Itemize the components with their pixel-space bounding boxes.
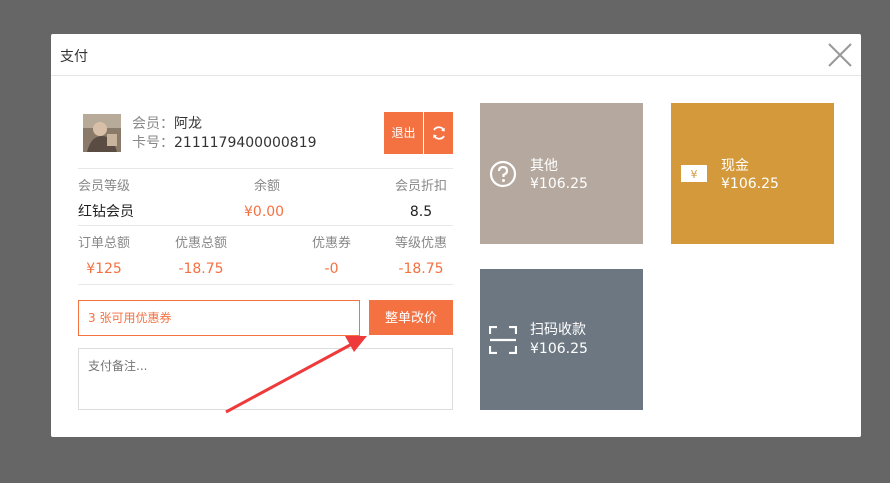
logout-button[interactable]: 退出	[384, 112, 423, 154]
pay-cash-button[interactable]: ¥ 现金 ¥106.25	[671, 103, 834, 244]
scan-icon	[489, 326, 517, 354]
payment-name: 其他	[530, 158, 558, 174]
stat-value: ¥0.00	[244, 204, 285, 220]
stat-value: -18.75	[178, 261, 224, 277]
modal-header: 支付	[51, 34, 861, 76]
stat-value: -18.75	[398, 261, 444, 277]
stat-value: -0	[324, 261, 339, 277]
payment-amount: ¥106.25	[530, 176, 588, 192]
cash-icon: ¥	[681, 165, 707, 182]
stat-discount-total: 优惠总额 -18.75	[175, 236, 227, 277]
payment-amount: ¥106.25	[530, 341, 588, 357]
stat-discount: 会员折扣 8.5	[395, 179, 447, 220]
payment-name: 扫码收款	[530, 322, 586, 338]
stat-level-discount: 等级优惠 -18.75	[395, 236, 447, 277]
refresh-icon	[432, 126, 445, 140]
stat-order-total: 订单总额 ¥125	[78, 236, 130, 277]
coupon-select[interactable]: 3 张可用优惠券	[78, 300, 360, 336]
order-stats-row: 订单总额 ¥125 优惠总额 -18.75 优惠券 -0 等级优惠 -18.75	[78, 226, 453, 284]
close-icon	[828, 43, 852, 67]
stat-value: 8.5	[409, 204, 433, 220]
refresh-button[interactable]	[424, 112, 453, 154]
adjust-price-button[interactable]: 整单改价	[369, 300, 453, 335]
stat-label: 等级优惠	[395, 236, 448, 251]
stat-level: 会员等级 红钻会员	[78, 179, 134, 220]
stat-label: 优惠总额	[175, 236, 228, 251]
stat-label: 会员等级	[78, 179, 131, 194]
payment-modal: 支付 会员：阿龙 卡号：2111179400000819 退出 会员等级 红钻会…	[51, 34, 861, 437]
member-name-label: 会员：	[132, 116, 174, 132]
member-details: 会员：阿龙 卡号：2111179400000819	[132, 115, 317, 153]
pay-scan-button[interactable]: 扫码收款 ¥106.25	[480, 269, 643, 410]
payment-amount: ¥106.25	[721, 176, 779, 192]
close-button[interactable]	[825, 40, 855, 70]
question-circle-icon	[489, 160, 517, 188]
modal-title: 支付	[60, 49, 88, 65]
logout-label: 退出	[391, 126, 416, 140]
svg-text:¥: ¥	[691, 168, 698, 181]
member-panel: 会员：阿龙 卡号：2111179400000819 退出 会员等级 红钻会员 余…	[78, 100, 453, 410]
member-stats-row: 会员等级 红钻会员 余额 ¥0.00 会员折扣 8.5	[78, 169, 453, 225]
stat-value: 红钻会员	[78, 204, 134, 220]
payment-name: 现金	[721, 158, 749, 174]
pay-other-button[interactable]: 其他 ¥106.25	[480, 103, 643, 244]
avatar	[83, 114, 121, 152]
card-number: 2111179400000819	[174, 135, 317, 151]
stat-label: 优惠券	[312, 236, 352, 251]
coupon-row: 3 张可用优惠券 整单改价	[78, 285, 453, 336]
stat-label: 余额	[254, 179, 281, 194]
member-name: 阿龙	[174, 116, 202, 132]
card-number-label: 卡号：	[132, 135, 174, 151]
stat-value: ¥125	[86, 261, 122, 277]
stat-label: 会员折扣	[395, 179, 448, 194]
stat-coupon: 优惠券 -0	[312, 236, 351, 277]
payment-remark-input[interactable]	[78, 348, 453, 410]
member-info-row: 会员：阿龙 卡号：2111179400000819 退出	[78, 100, 453, 156]
stat-balance: 余额 ¥0.00	[244, 179, 284, 220]
stat-label: 订单总额	[78, 236, 131, 251]
